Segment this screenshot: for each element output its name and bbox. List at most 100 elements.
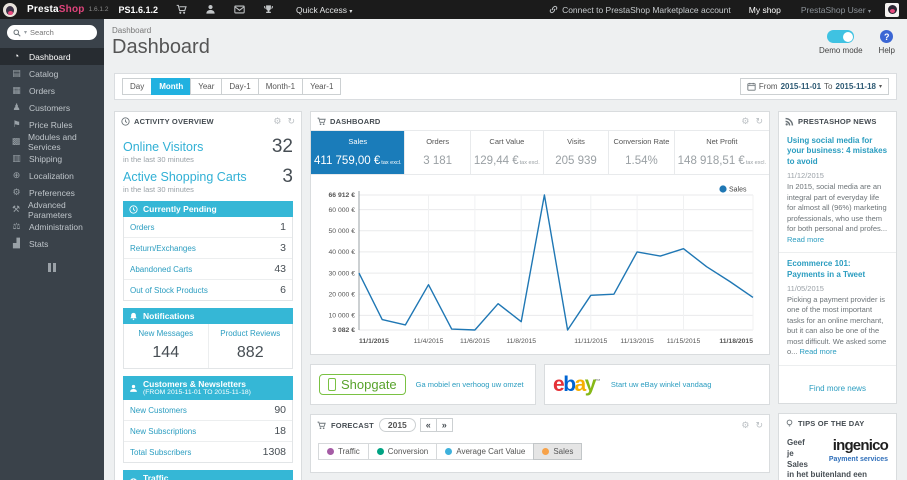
chevron-down-icon: ▾ [878, 84, 882, 90]
sidebar-search[interactable]: ▾ [7, 25, 97, 40]
product-reviews-stat[interactable]: Product Reviews 882 [209, 324, 293, 368]
range-button-year[interactable]: Year [190, 78, 223, 95]
panel-settings-icon[interactable]: ⚙ [273, 116, 281, 126]
range-button-day-1[interactable]: Day-1 [221, 78, 259, 95]
table-row: Abandoned Carts 43 [124, 259, 292, 280]
svg-text:11/13/2015: 11/13/2015 [620, 338, 654, 345]
row-label-total-subscribers[interactable]: Total Subscribers [130, 448, 191, 457]
news-item-excerpt: Picking a payment provider is one of the… [787, 294, 887, 357]
forecast-toggle-average-cart-value[interactable]: Average Cart Value [436, 443, 535, 460]
cart-shortcut-icon[interactable] [176, 4, 187, 15]
sidebar-item-administration[interactable]: ⚖ Administration [0, 218, 104, 235]
news-panel-title: PRESTASHOP NEWS [798, 116, 877, 126]
news-item-title[interactable]: Using social media for your business: 4 … [787, 136, 888, 167]
sales-chart: 66 912 € 60 000 € 50 000 € 40 000 € 30 000 €… [311, 175, 769, 354]
kpi-tab-net-profit[interactable]: Net Profit 148 918,51 €tax excl. [675, 131, 769, 174]
kpi-tab-conversion-rate[interactable]: Conversion Rate 1.54% [609, 131, 675, 174]
sidebar-item-modules-and-services[interactable]: ▩ Modules and Services [0, 132, 104, 152]
range-button-year-1[interactable]: Year-1 [302, 78, 342, 95]
user-menu[interactable]: PrestaShop User ▾ [801, 5, 871, 15]
shopgate-ad-link[interactable]: Ga mobiel en verhoog uw omzet [416, 380, 524, 389]
svg-text:11/18/2015: 11/18/2015 [719, 338, 753, 345]
sidebar-item-price-rules[interactable]: ⚑ Price Rules [0, 116, 104, 133]
row-label-out-of-stock-products[interactable]: Out of Stock Products [130, 286, 208, 295]
forecast-prev-button[interactable]: « [419, 417, 437, 433]
kpi-tab-visits[interactable]: Visits 205 939 [544, 131, 610, 174]
table-row: Orders 1 [124, 217, 292, 238]
help-icon[interactable]: ? [880, 30, 894, 43]
sidebar-item-preferences[interactable]: ⚙ Preferences [0, 184, 104, 201]
user-avatar[interactable] [885, 2, 899, 17]
forecast-toggle-conversion[interactable]: Conversion [367, 443, 438, 460]
kpi-tab-sales[interactable]: Sales 411 759,00 €tax excl. [311, 131, 406, 174]
search-input[interactable] [30, 28, 91, 37]
row-value: 1308 [262, 446, 286, 459]
clock-icon [129, 204, 138, 214]
my-shop-link[interactable]: My shop [749, 5, 781, 15]
stat-subtitle: in the last 30 minutes [123, 155, 194, 164]
sidebar-item-dashboard[interactable]: ◔ Dashboard [0, 48, 104, 65]
news-item-date: 11/05/2015 [787, 283, 824, 293]
panel-settings-icon[interactable]: ⚙ [741, 420, 749, 430]
sidebar-item-label: Shipping [29, 153, 63, 164]
breadcrumb: Dashboard [112, 26, 152, 35]
brand-link[interactable]: PrestaShop [27, 4, 85, 15]
dashboard-panel-title: DASHBOARD [330, 116, 381, 126]
stat-label[interactable]: Active Shopping Carts [123, 170, 247, 184]
row-value: 43 [274, 263, 286, 275]
range-button-month-1[interactable]: Month-1 [257, 78, 304, 95]
read-more-link[interactable]: Read more [787, 235, 824, 244]
ebay-ad-link[interactable]: Start uw eBay winkel vandaag [611, 380, 711, 389]
notifications-section: Notifications New Messages 144 Product R… [123, 308, 293, 369]
sidebar-item-shipping[interactable]: ▥ Shipping [0, 150, 104, 167]
row-label-new-customers[interactable]: New Customers [130, 406, 187, 415]
forecast-toggle-traffic[interactable]: Traffic [318, 443, 369, 460]
customers-shortcut-icon[interactable] [205, 4, 216, 15]
sidebar-item-catalog[interactable]: ▤ Catalog [0, 65, 104, 82]
kpi-tab-cart-value[interactable]: Cart Value 129,44 €tax excl. [471, 131, 544, 174]
tips-panel: TIPS OF THE DAY ingenico Payment service… [778, 413, 897, 480]
stat-value: 32 [271, 136, 293, 157]
trophy-shortcut-icon[interactable] [263, 4, 274, 15]
panel-refresh-icon[interactable]: ↻ [755, 420, 763, 430]
range-button-month[interactable]: Month [151, 78, 192, 95]
news-item-title[interactable]: Ecommerce 101: Payments in a Tweet [787, 259, 888, 280]
find-more-news-link[interactable]: Find more news [809, 384, 866, 393]
toggle-label: Conversion [387, 447, 429, 456]
new-messages-stat[interactable]: New Messages 144 [124, 324, 209, 368]
date-range-button[interactable]: From 2015-11-01 To 2015-11-18 ▾ [739, 78, 889, 95]
range-button-day[interactable]: Day [122, 78, 153, 95]
date-toolbar: Day Month Year Day-1 Month-1 Year-1 From 2015… [114, 73, 897, 100]
prestashop-logo[interactable] [3, 2, 17, 17]
forecast-toggle-sales[interactable]: Sales [533, 443, 583, 460]
customers-newsletters-subtitle: (FROM 2015-11-01 TO 2015-11-18) [143, 389, 251, 396]
kpi-label: Net Profit [706, 137, 738, 146]
kpi-value: 3 181 [423, 155, 453, 167]
row-label-abandoned-carts[interactable]: Abandoned Carts [130, 265, 192, 274]
demo-mode-toggle[interactable] [827, 30, 855, 43]
panel-settings-icon[interactable]: ⚙ [741, 116, 749, 126]
page-title: Dashboard [112, 36, 210, 58]
forecast-next-button[interactable]: » [435, 417, 453, 433]
marketplace-link[interactable]: Connect to PrestaShop Marketplace accoun… [549, 5, 731, 15]
panel-refresh-icon[interactable]: ↻ [287, 116, 295, 126]
sidebar-item-advanced-parameters[interactable]: ⚒ Advanced Parameters [0, 200, 104, 220]
collapse-menu-button[interactable] [47, 263, 57, 273]
stat-label[interactable]: Online Visitors [123, 140, 203, 154]
sidebar-item-orders[interactable]: ▦ Orders [0, 82, 104, 99]
sidebar-item-stats[interactable]: ▟ Stats [0, 235, 104, 252]
forecast-year-badge: 2015 [378, 418, 416, 432]
quick-access-menu[interactable]: Quick Access ▾ [296, 5, 352, 15]
messages-shortcut-icon[interactable] [234, 4, 245, 15]
kpi-tab-orders[interactable]: Orders 3 181 [405, 131, 471, 174]
row-label-orders[interactable]: Orders [130, 223, 154, 232]
kpi-label: Conversion Rate [613, 137, 670, 146]
read-more-link[interactable]: Read more [800, 347, 837, 356]
row-label-new-subscriptions[interactable]: New Subscriptions [130, 427, 196, 436]
row-label-return-exchanges[interactable]: Return/Exchanges [130, 244, 196, 253]
panel-refresh-icon[interactable]: ↻ [755, 116, 763, 126]
catalog-icon: ▤ [12, 68, 21, 78]
search-scope-caret[interactable]: ▾ [24, 29, 27, 36]
sidebar-item-localization[interactable]: ⊕ Localization [0, 167, 104, 184]
sidebar-item-customers[interactable]: ♟ Customers [0, 99, 104, 116]
